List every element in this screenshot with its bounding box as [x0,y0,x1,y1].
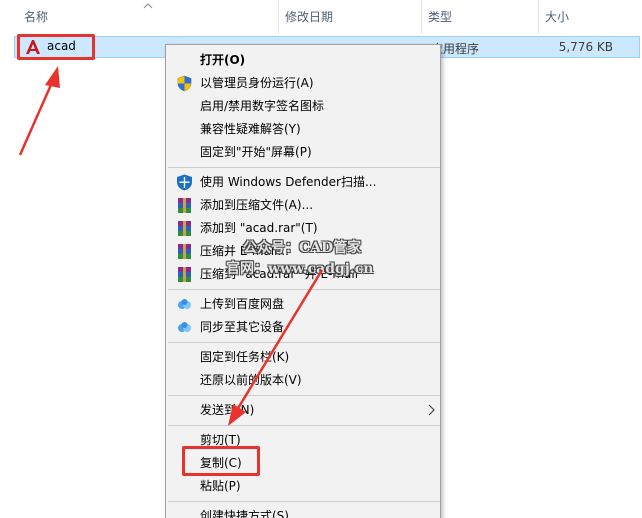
menu-item-add-to-archive[interactable]: 添加到压缩文件(A)... [166,194,440,217]
file-size: 5,776 KB [558,40,613,54]
sort-up-icon [143,3,153,9]
menu-item-toggle-signature-icon[interactable]: 启用/禁用数字签名图标 [166,95,440,118]
menu-separator [168,167,440,168]
column-header-date-modified[interactable]: 修改日期 [279,0,422,34]
menu-item-restore-previous[interactable]: 还原以前的版本(V) [166,369,440,392]
column-header-size[interactable]: 大小 [539,0,642,34]
menu-item-run-as-admin[interactable]: 以管理员身份运行(A) [166,72,440,95]
menu-separator [168,501,440,502]
watermark-line1: 公众号：CAD管家 [243,240,362,256]
winrar-icon [178,267,191,282]
arrow-to-file [18,66,60,156]
highlight-box-copy [182,446,260,476]
baidu-netdisk-icon [178,299,191,309]
menu-separator [168,425,440,426]
watermark-line2: 官网：www.cadgj.cn [226,261,374,277]
menu-item-pin-to-taskbar[interactable]: 固定到任务栏(K) [166,346,440,369]
menu-separator [168,395,440,396]
menu-item-paste[interactable]: 粘贴(P) [166,475,440,498]
highlight-box-file [17,34,95,60]
uac-shield-icon [177,75,192,92]
menu-item-compatibility-troubleshoot[interactable]: 兼容性疑难解答(Y) [166,118,440,141]
menu-item-send-to[interactable]: 发送到(N) [166,399,440,422]
menu-item-sync-devices[interactable]: 同步至其它设备 [166,316,440,339]
column-header: 名称 修改日期 类型 大小 [0,0,642,34]
menu-item-defender-scan[interactable]: 使用 Windows Defender扫描... [166,171,440,194]
windows-defender-icon [177,174,192,191]
winrar-icon [178,244,191,259]
menu-item-open[interactable]: 打开(O) [166,49,440,72]
menu-item-upload-baidu[interactable]: 上传到百度网盘 [166,293,440,316]
menu-item-create-shortcut[interactable]: 创建快捷方式(S) [166,505,440,518]
menu-separator [168,289,440,290]
winrar-icon [178,221,191,236]
left-border [0,36,3,518]
menu-separator [168,342,440,343]
column-header-type[interactable]: 类型 [422,0,539,34]
column-header-name[interactable]: 名称 [0,0,279,34]
menu-item-pin-to-start[interactable]: 固定到"开始"屏幕(P) [166,141,440,164]
winrar-icon [178,198,191,213]
baidu-netdisk-icon [178,322,191,332]
chevron-right-icon [428,404,435,416]
